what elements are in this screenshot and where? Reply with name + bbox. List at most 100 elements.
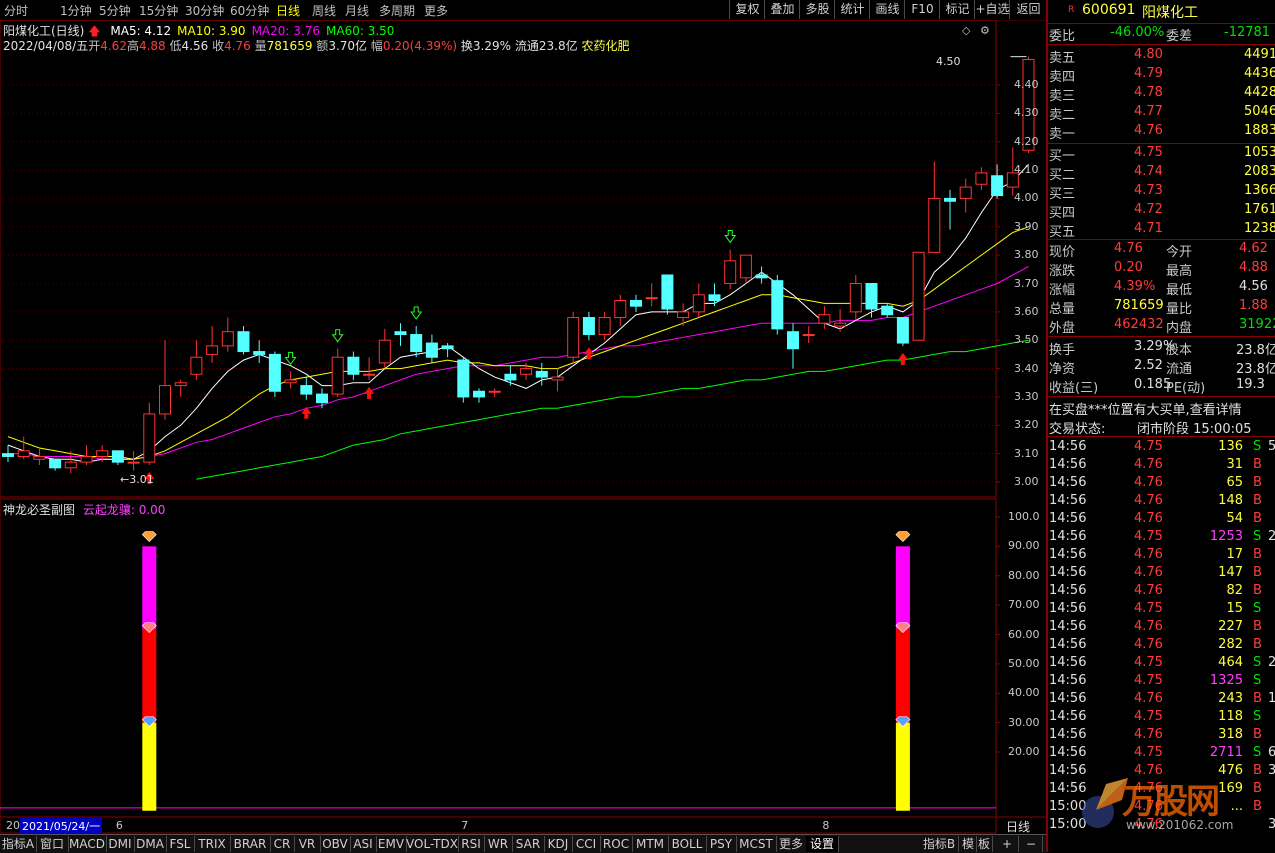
toolbar-button[interactable]: 标记 xyxy=(939,0,975,19)
indicator-tab[interactable]: BOLL xyxy=(668,836,707,852)
indicator-tab[interactable]: EMV xyxy=(376,836,407,852)
toolbar-button[interactable]: 画线 xyxy=(869,0,905,19)
candle[interactable] xyxy=(331,348,344,397)
candle[interactable] xyxy=(771,274,784,335)
indicator-tab[interactable]: SAR xyxy=(512,836,545,852)
candle[interactable] xyxy=(739,254,752,284)
candle[interactable] xyxy=(473,388,485,403)
candle[interactable] xyxy=(127,450,140,471)
candle[interactable] xyxy=(567,311,580,363)
candle[interactable] xyxy=(677,303,690,327)
indicator-tab[interactable]: MTM xyxy=(632,836,669,852)
indicator-tab[interactable]: VR xyxy=(294,836,321,852)
bid-row[interactable]: 买四 4.72 1761 xyxy=(1048,202,1275,221)
period-tab[interactable]: 周线 xyxy=(312,2,336,19)
toolbar-button[interactable]: 返回 xyxy=(1009,0,1047,19)
period-tab[interactable]: 30分钟 xyxy=(185,2,224,19)
candle[interactable] xyxy=(755,266,768,284)
candle[interactable] xyxy=(253,340,266,363)
indicator-tab[interactable]: MACD xyxy=(68,836,107,852)
indicator-tab[interactable]: CCI xyxy=(572,836,601,852)
period-label[interactable]: 日线 xyxy=(1006,818,1030,835)
indicator-tab[interactable]: TRIX xyxy=(194,836,231,852)
indicator-tab[interactable]: FSL xyxy=(166,836,195,852)
candle[interactable] xyxy=(630,294,642,312)
candle[interactable] xyxy=(975,167,988,190)
candle[interactable] xyxy=(111,450,124,465)
big-order-notice[interactable]: 在买盘***位置有大买单,查看详情 xyxy=(1048,399,1275,418)
candle[interactable] xyxy=(221,317,234,352)
candle[interactable] xyxy=(316,388,328,409)
candle[interactable] xyxy=(944,189,956,230)
candle[interactable] xyxy=(928,161,941,253)
kline-chart[interactable] xyxy=(0,20,1046,834)
candle[interactable] xyxy=(2,445,14,463)
indicator-tab-right[interactable]: 指标B xyxy=(920,836,959,852)
indicator-tab[interactable]: RSI xyxy=(458,836,485,852)
indicator-tab[interactable]: MCST xyxy=(736,836,777,852)
candle[interactable] xyxy=(881,303,894,318)
candle[interactable] xyxy=(410,326,423,358)
candle[interactable] xyxy=(49,458,62,471)
candle[interactable] xyxy=(394,323,407,346)
toolbar-button[interactable]: 统计 xyxy=(834,0,870,19)
period-tab[interactable]: 月线 xyxy=(345,2,369,19)
period-tab[interactable]: 60分钟 xyxy=(230,2,269,19)
indicator-tab[interactable]: KDJ xyxy=(544,836,573,852)
indicator-tab-right[interactable]: + xyxy=(996,836,1019,852)
candle[interactable] xyxy=(912,251,925,341)
candle[interactable] xyxy=(865,283,878,318)
candle[interactable] xyxy=(488,388,501,397)
indicator-tab[interactable]: 设置 xyxy=(806,836,839,852)
candle[interactable] xyxy=(347,351,360,380)
indicator-tab[interactable]: DMI xyxy=(106,836,135,852)
ask-row[interactable]: 卖五 4.80 4491 xyxy=(1048,47,1275,66)
indicator-tab[interactable]: PSY xyxy=(706,836,737,852)
sector-tag[interactable]: 农药化肥 xyxy=(581,39,629,53)
candle[interactable] xyxy=(33,447,46,465)
ask-row[interactable]: 卖四 4.79 4436 xyxy=(1048,66,1275,85)
ask-row[interactable]: 卖一 4.76 1883 xyxy=(1048,123,1275,142)
candle[interactable] xyxy=(692,283,705,318)
period-tab[interactable]: 5分钟 xyxy=(99,2,131,19)
ask-row[interactable]: 卖三 4.78 4428 xyxy=(1048,85,1275,104)
candle[interactable] xyxy=(959,178,972,213)
candle[interactable] xyxy=(237,326,250,355)
indicator-tab-right[interactable]: − xyxy=(1020,836,1043,852)
indicator-tab[interactable]: OBV xyxy=(320,836,351,852)
indicator-tab[interactable]: CR xyxy=(270,836,295,852)
indicator-tab-right[interactable]: 模 xyxy=(960,836,977,852)
toolbar-button[interactable]: 叠加 xyxy=(764,0,800,19)
bid-row[interactable]: 买一 4.75 1053 xyxy=(1048,145,1275,164)
candle[interactable] xyxy=(787,323,799,369)
candle[interactable] xyxy=(991,164,1004,199)
candle[interactable] xyxy=(300,377,313,400)
period-tab[interactable]: 更多 xyxy=(424,2,448,19)
candle[interactable] xyxy=(143,402,156,465)
ask-row[interactable]: 卖二 4.77 5046 xyxy=(1048,104,1275,123)
candle[interactable] xyxy=(268,351,281,397)
indicator-tab[interactable]: ASI xyxy=(350,836,377,852)
candle[interactable] xyxy=(661,274,674,315)
period-tab[interactable]: 多周期 xyxy=(379,2,415,19)
candle[interactable] xyxy=(504,365,517,386)
indicator-tab[interactable]: DMA xyxy=(134,836,167,852)
candle[interactable] xyxy=(378,328,391,369)
candle[interactable] xyxy=(614,294,627,327)
candle[interactable] xyxy=(457,357,470,403)
candle[interactable] xyxy=(849,274,862,321)
period-tab[interactable]: 分时 xyxy=(4,2,28,19)
candle[interactable] xyxy=(818,306,831,329)
indicator-tab[interactable]: WR xyxy=(484,836,513,852)
bid-row[interactable]: 买二 4.74 2083 xyxy=(1048,164,1275,183)
candle[interactable] xyxy=(206,326,219,363)
period-tab[interactable]: 15分钟 xyxy=(139,2,178,19)
toolbar-button[interactable]: 复权 xyxy=(729,0,765,19)
candle[interactable] xyxy=(284,371,297,389)
candle[interactable] xyxy=(645,283,658,307)
settings-icon[interactable]: ⚙ xyxy=(980,24,990,37)
candle[interactable] xyxy=(17,436,30,460)
bid-row[interactable]: 买五 4.71 1238 xyxy=(1048,221,1275,240)
indicator-tab[interactable]: BRAR xyxy=(230,836,271,852)
candle[interactable] xyxy=(724,249,737,290)
